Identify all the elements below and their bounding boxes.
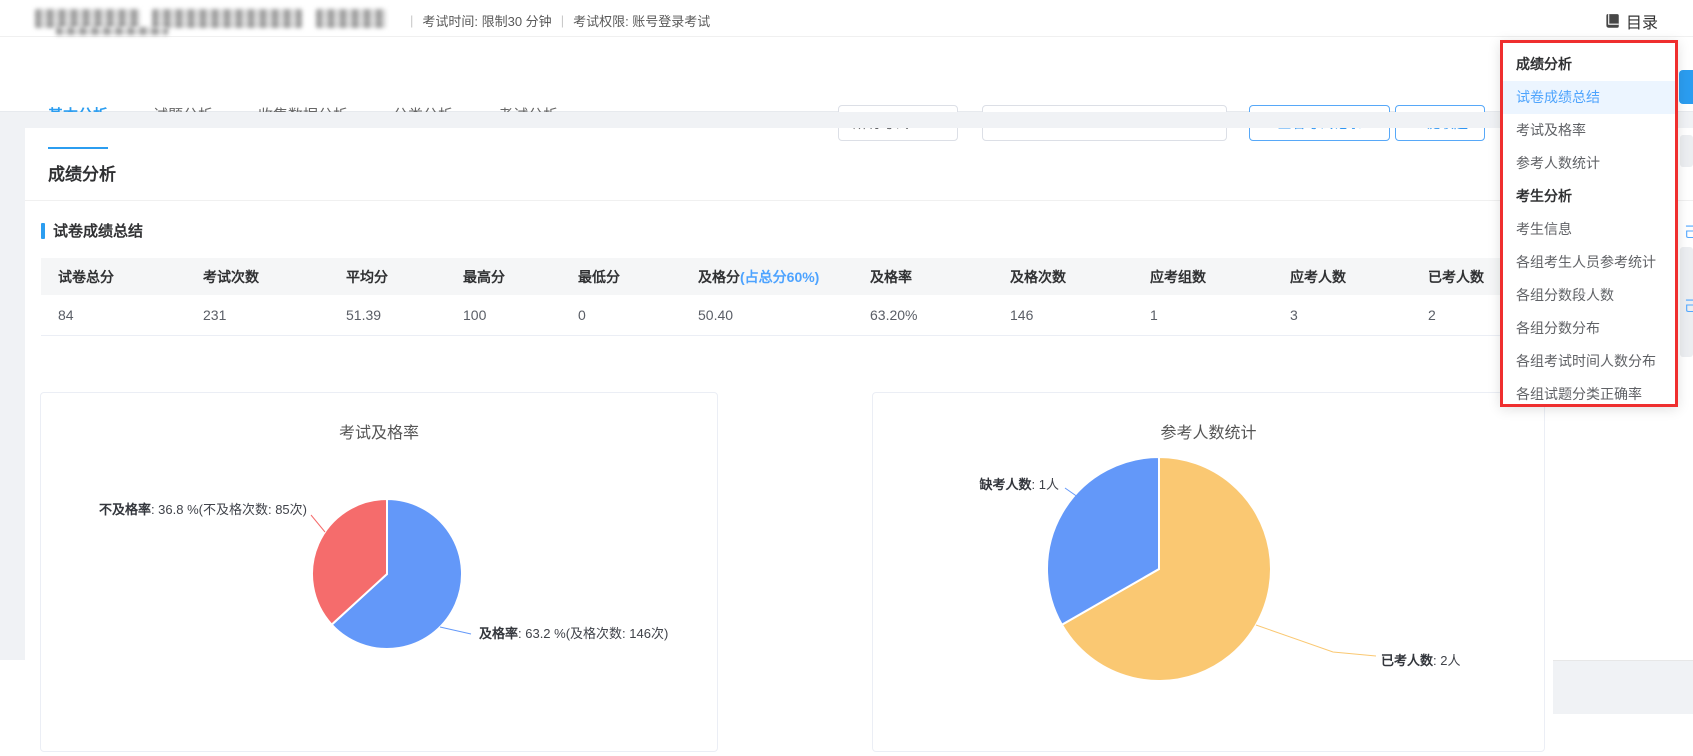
clipped-link-text[interactable]: 己 xyxy=(1684,296,1693,316)
top-header-bar: | 考试时间: 限制30 分钟 | 考试权限: 账号登录考试 xyxy=(0,0,1693,37)
taken-count-label: 已考人数: 2人 xyxy=(1381,653,1461,668)
chart-card-exam-pass-rate: 考试及格率 不及格率: 36.8 %(不及格次数: 85次) 及格率: 63.2… xyxy=(40,392,718,752)
pass-rate-label: 及格率: 63.2 %(及格次数: 146次) xyxy=(479,626,669,641)
val-pass-rate: 63.20% xyxy=(870,307,918,323)
page-background-bottom-right xyxy=(1553,660,1693,714)
val-pass-count: 146 xyxy=(1010,307,1034,323)
col-highest-score: 最高分 xyxy=(463,268,505,285)
book-icon xyxy=(1606,14,1619,28)
toc-item-group-score-distribution[interactable]: 各组分数分布 xyxy=(1503,312,1675,345)
page-background-left-margin xyxy=(0,128,25,660)
pie-leader-lines xyxy=(310,514,472,635)
toc-item-group-category-accuracy[interactable]: 各组试题分类正确率 xyxy=(1503,378,1675,404)
clipped-link-text[interactable]: 己 xyxy=(1684,222,1693,242)
section-title-score-analysis: 成绩分析 xyxy=(48,165,116,184)
val-highest-score: 100 xyxy=(463,307,487,323)
col-total-score: 试卷总分 xyxy=(58,268,114,285)
toc-item-examinee-info[interactable]: 考生信息 xyxy=(1503,213,1675,246)
val-expected-examinees: 3 xyxy=(1290,307,1298,323)
col-lowest-score: 最低分 xyxy=(578,268,620,285)
val-expected-groups: 1 xyxy=(1150,307,1158,323)
redacted-exam-title-block xyxy=(316,9,386,28)
redacted-exam-title-block xyxy=(152,9,302,28)
toc-header-examinee-analysis: 考生分析 xyxy=(1516,188,1572,204)
pie-leader-lines xyxy=(1064,487,1377,657)
col-pass-score: 及格分(占总分60%) xyxy=(698,268,820,285)
col-pass-count: 及格次数 xyxy=(1010,268,1066,285)
blue-accent-bar xyxy=(41,222,45,239)
exam-time-label: 考试时间: 限制30 分钟 xyxy=(422,14,552,29)
val-lowest-score: 0 xyxy=(578,307,586,323)
subsection-title: 试卷成绩总结 xyxy=(53,223,144,240)
toc-item-group-time-distribution[interactable]: 各组考试时间人数分布 xyxy=(1503,345,1675,378)
clipped-primary-button[interactable] xyxy=(1679,70,1693,104)
clipped-ui-fragment xyxy=(1680,135,1693,167)
toc-toggle-button[interactable]: 目录 xyxy=(1603,9,1658,33)
col-average-score: 平均分 xyxy=(346,268,388,285)
redacted-exam-subtitle-block xyxy=(56,27,168,35)
tab-filter-row: 基本分析 试题分析 收集数据分析 分类分析 考试分析 所有考试... 2020-… xyxy=(0,37,1693,149)
col-pass-rate: 及格率 xyxy=(870,268,912,285)
val-total-score: 84 xyxy=(58,307,74,323)
toc-header-score-analysis: 成绩分析 xyxy=(1516,56,1572,72)
toc-dropdown-panel: 成绩分析 试卷成绩总结 考试及格率 参考人数统计 考生分析 考生信息 各组考生人… xyxy=(1500,40,1678,407)
toc-item-group-participation[interactable]: 各组考生人员参考统计 xyxy=(1503,246,1675,279)
separator: | xyxy=(410,13,414,28)
exam-meta-info: | 考试时间: 限制30 分钟 | 考试权限: 账号登录考试 xyxy=(410,11,710,30)
toc-item-group-score-bands[interactable]: 各组分数段人数 xyxy=(1503,279,1675,312)
section-divider xyxy=(25,200,1693,201)
chart-card-participant-stats: 参考人数统计 缺考人数: 1人 已考人数: 2人 xyxy=(872,392,1545,752)
toc-item-exam-pass-rate[interactable]: 考试及格率 xyxy=(1503,114,1675,147)
col-exam-count: 考试次数 xyxy=(203,268,259,285)
exam-analysis-page: { "header": { "separator": "|", "exam_ti… xyxy=(0,0,1693,752)
val-average-score: 51.39 xyxy=(346,307,382,323)
col-expected-groups: 应考组数 xyxy=(1150,268,1206,285)
toc-item-participant-stats[interactable]: 参考人数统计 xyxy=(1503,147,1675,180)
table-value-row: 84 231 51.39 100 0 50.40 63.20% 146 1 3 … xyxy=(41,295,1631,336)
page-background-gap xyxy=(0,112,1693,128)
score-summary-table: 试卷总分 考试次数 平均分 最高分 最低分 及格分(占总分60%) 及格率 及格… xyxy=(41,258,1631,336)
pass-score-note: (占总分60%) xyxy=(740,268,820,285)
col-expected-examinees: 应考人数 xyxy=(1290,268,1346,285)
toc-item-paper-score-summary[interactable]: 试卷成绩总结 xyxy=(1503,81,1675,114)
val-pass-score: 50.40 xyxy=(698,307,734,323)
toc-toggle-label: 目录 xyxy=(1626,15,1659,32)
redacted-exam-title-block xyxy=(35,9,140,28)
exam-permission-label: 考试权限: 账号登录考试 xyxy=(573,14,711,29)
table-header-row: 试卷总分 考试次数 平均分 最高分 最低分 及格分(占总分60%) 及格率 及格… xyxy=(41,258,1631,295)
separator: | xyxy=(560,13,565,28)
fail-rate-label: 不及格率: 36.8 %(不及格次数: 85次) xyxy=(98,502,307,517)
absent-count-label: 缺考人数: 1人 xyxy=(979,477,1059,492)
subsection-paper-score-summary: 试卷成绩总结 xyxy=(41,220,143,241)
val-exam-count: 231 xyxy=(203,307,227,323)
